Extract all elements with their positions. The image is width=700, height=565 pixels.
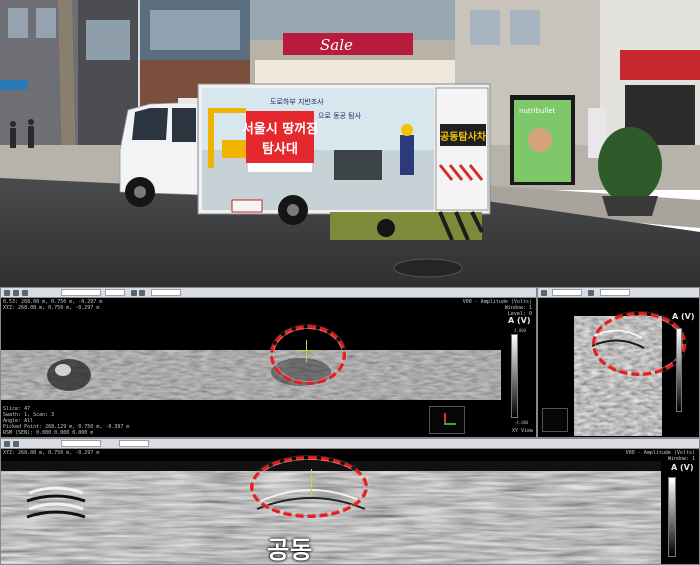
panel-toolbar <box>538 288 699 298</box>
orientation-minimap <box>429 406 465 434</box>
toolbar-icon[interactable] <box>541 290 547 296</box>
truck-title-line1: 서울시 땅꺼짐 <box>242 121 318 137</box>
toolbar-field[interactable] <box>105 289 125 296</box>
sale-sign-text: Sale <box>320 36 353 54</box>
coord-readout: 0.53: 268.08 m, 0.750 m, -0.297 m XYZ: 2… <box>3 299 103 311</box>
cavity-label: 공동 <box>267 536 314 564</box>
panel-toolbar <box>1 288 536 298</box>
gpr-panel-slice-view[interactable]: 0.53: 268.08 m, 0.750 m, -0.297 m XYZ: 2… <box>0 287 537 438</box>
toolbar-icon[interactable] <box>131 290 137 296</box>
colorbar-min: -4.000 <box>514 420 529 425</box>
amplitude-colorbar <box>668 477 676 557</box>
toolbar-icon[interactable] <box>22 290 28 296</box>
amplitude-colorbar <box>676 328 682 412</box>
panel-toolbar <box>1 439 699 449</box>
truck-banner-sub: 으로 동공 탐사 <box>318 111 362 120</box>
toolbar-dropdown[interactable] <box>119 440 149 447</box>
gpr-slice-image <box>1 350 501 400</box>
amplitude-label: A (V) <box>672 312 695 321</box>
toolbar-dropdown[interactable] <box>600 289 630 296</box>
store-awning <box>620 50 700 80</box>
toolbar-icon[interactable] <box>4 290 10 296</box>
toolbar-icon[interactable] <box>139 290 145 296</box>
cavity-highlight-ring <box>592 312 686 376</box>
truck-title-line2: 탐사대 <box>262 141 298 157</box>
orientation-minimap <box>542 408 568 432</box>
toolbar-icon[interactable] <box>588 290 594 296</box>
amplitude-label: A (V) <box>671 463 694 472</box>
gpr-panel-cross-section[interactable]: A (V) <box>537 287 700 438</box>
toolbar-dropdown[interactable] <box>151 289 181 296</box>
toolbar-dropdown[interactable] <box>61 289 101 296</box>
amplitude-colorbar <box>511 334 518 418</box>
cavity-highlight-ring <box>270 325 346 385</box>
street-scene: Sale nutribullet 서울시 땅꺼짐 탐사대 도로하부 지반조사 으… <box>0 0 700 287</box>
toolbar-icon[interactable] <box>13 441 19 447</box>
amplitude-header: V00 - Amplitude (Volts) Window: 1 Level:… <box>462 299 532 317</box>
cavity-highlight-ring <box>250 456 368 518</box>
toolbar-dropdown[interactable] <box>552 289 582 296</box>
bus-ad-brand: nutribullet <box>519 107 556 115</box>
slice-info: Slice: 47 Swath: 1, Scan: 3 Angle: All P… <box>3 406 130 436</box>
amplitude-label: A (V) <box>508 316 531 325</box>
street-photo: Sale nutribullet 서울시 땅꺼짐 탐사대 도로하부 지반조사 으… <box>0 0 700 287</box>
gpr-panel-profile-view[interactable]: XYZ: 268.08 m, 0.750 m, -0.297 m V00 - A… <box>0 438 700 565</box>
toolbar-icon[interactable] <box>4 441 10 447</box>
coord-readout: XYZ: 268.08 m, 0.750 m, -0.297 m <box>3 450 100 456</box>
view-label: XY View <box>512 428 534 434</box>
manhole <box>393 258 463 278</box>
svg-text:공동탐사차: 공동탐사차 <box>440 130 487 143</box>
colorbar-max: 4.000 <box>514 328 527 333</box>
potted-shrub <box>598 127 662 203</box>
truck-banner-top: 도로하부 지반조사 <box>270 97 324 106</box>
toolbar-icon[interactable] <box>13 290 19 296</box>
toolbar-dropdown[interactable] <box>61 440 101 447</box>
